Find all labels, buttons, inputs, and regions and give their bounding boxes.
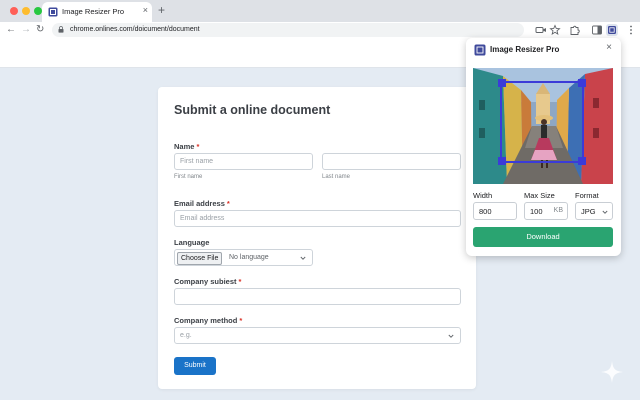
chevron-down-icon	[448, 334, 454, 338]
first-name-input[interactable]: First name	[174, 153, 313, 170]
width-input[interactable]: 800	[473, 202, 517, 220]
company-method-label-text: Company method	[174, 316, 238, 325]
forward-button[interactable]: →	[21, 23, 31, 37]
last-name-caption: Last name	[322, 174, 351, 180]
popup-close-icon[interactable]: ×	[606, 42, 612, 53]
window-minimize-button[interactable]	[22, 7, 30, 15]
email-input[interactable]: Email address	[174, 210, 461, 227]
sidepanel-icon[interactable]	[591, 24, 603, 36]
name-label: Name *	[174, 142, 199, 151]
back-button[interactable]: ←	[6, 23, 16, 37]
lock-icon	[58, 26, 64, 33]
image-resizer-logo-icon	[474, 44, 486, 56]
last-name-input[interactable]	[322, 153, 461, 170]
format-label: Format	[575, 191, 599, 200]
url-text: chrome.onlines.com/doicument/document	[70, 25, 200, 33]
company-subject-input[interactable]	[174, 288, 461, 305]
company-subject-label-text: Company subiest	[174, 277, 237, 286]
company-method-label: Company method *	[174, 316, 242, 325]
max-size-unit: KB	[553, 207, 563, 214]
star-icon[interactable]	[549, 24, 561, 36]
company-subject-label: Company subiest *	[174, 277, 241, 286]
puzzle-icon[interactable]	[569, 24, 581, 36]
required-marker: *	[196, 142, 200, 151]
download-button[interactable]: Download	[473, 227, 613, 247]
email-label-text: Email address	[174, 199, 225, 208]
required-marker: *	[226, 199, 230, 208]
kebab-menu-icon[interactable]	[625, 24, 637, 36]
choose-file-button[interactable]: Choose File	[177, 252, 223, 265]
window-maximize-button[interactable]	[34, 7, 42, 15]
chevron-down-icon	[300, 256, 306, 260]
new-tab-button[interactable]: +	[158, 3, 165, 17]
language-value: No language	[229, 253, 269, 261]
max-size-input[interactable]: 100 KB	[524, 202, 568, 220]
email-placeholder: Email address	[180, 214, 225, 222]
popup-title: Image Resizer Pro	[490, 44, 560, 54]
required-marker: *	[239, 316, 243, 325]
reload-button[interactable]: ↻	[36, 23, 44, 37]
language-label: Language	[174, 238, 210, 247]
tab-title: Image Resizer Pro	[62, 7, 125, 16]
image-resizer-extension-icon[interactable]	[606, 24, 618, 36]
image-preview	[473, 68, 613, 184]
submit-button[interactable]: Submit	[174, 357, 216, 375]
browser-toolbar: ← → ↻ chrome.onlines.com/doicument/docum…	[0, 22, 640, 38]
company-method-select[interactable]: e.g.	[174, 327, 461, 344]
language-select[interactable]: Choose File No language	[174, 249, 313, 266]
browser-tab[interactable]: Image Resizer Pro ×	[42, 2, 152, 22]
company-method-placeholder: e.g.	[180, 331, 192, 339]
first-name-caption: First name	[174, 174, 203, 180]
tab-close-icon[interactable]: ×	[143, 5, 148, 15]
browser-tabstrip: Image Resizer Pro × +	[0, 0, 640, 22]
window-close-button[interactable]	[10, 7, 18, 15]
width-value: 800	[479, 207, 492, 216]
document-form-card: Submit a online document Name * First nam…	[158, 87, 476, 389]
format-select[interactable]: JPG	[575, 202, 613, 220]
form-title: Submit a online document	[174, 103, 331, 117]
email-label: Email address *	[174, 199, 230, 208]
name-label-text: Name	[174, 142, 195, 151]
first-name-placeholder: First name	[180, 157, 214, 165]
required-marker: *	[238, 277, 242, 286]
format-value: JPG	[581, 207, 596, 216]
sparkle-icon	[601, 361, 623, 383]
image-resizer-popup: Image Resizer Pro × Width Max Size Forma…	[466, 38, 621, 256]
chevron-down-icon	[602, 210, 608, 214]
width-label: Width	[473, 191, 493, 200]
max-size-value: 100	[530, 207, 543, 216]
max-size-label: Max Size	[524, 191, 555, 200]
video-camera-icon[interactable]	[535, 24, 547, 36]
address-bar[interactable]: chrome.onlines.com/doicument/document	[52, 23, 524, 37]
image-resizer-favicon-icon	[48, 7, 58, 17]
